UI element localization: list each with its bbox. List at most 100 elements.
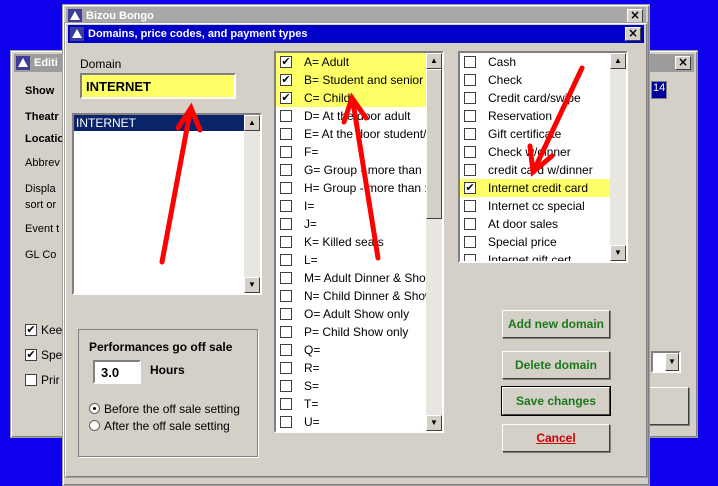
- payment-type-row[interactable]: ✔ Internet credit card: [460, 179, 610, 197]
- domain-input[interactable]: INTERNET: [80, 73, 236, 99]
- payment-types-scrollbar[interactable]: ▲ ▼: [610, 53, 626, 261]
- payment-type-row[interactable]: At door sales: [460, 215, 610, 233]
- price-code-row[interactable]: J=: [276, 215, 426, 233]
- price-code-checkbox[interactable]: ✔: [280, 56, 292, 68]
- price-code-row[interactable]: H= Group - more than :: [276, 179, 426, 197]
- dialog-close-button[interactable]: ×: [625, 27, 641, 41]
- payment-types-list[interactable]: Cash Check Credit card/swipe Reservation Gif…: [458, 51, 628, 263]
- domain-list-item[interactable]: INTERNET: [74, 115, 244, 131]
- payment-type-row[interactable]: Gift certificate: [460, 125, 610, 143]
- price-code-checkbox[interactable]: [280, 416, 292, 428]
- background-checkbox[interactable]: [25, 374, 37, 386]
- payment-type-row[interactable]: Internet cc special: [460, 197, 610, 215]
- price-code-checkbox[interactable]: [280, 146, 292, 158]
- price-code-checkbox[interactable]: [280, 254, 292, 266]
- scroll-up-arrow[interactable]: ▲: [610, 53, 626, 69]
- price-codes-scrollbar[interactable]: ▲ ▼: [426, 53, 442, 431]
- payment-type-checkbox[interactable]: [464, 164, 476, 176]
- background-checkbox-row[interactable]: ✔ Spe: [25, 348, 62, 362]
- price-code-checkbox[interactable]: [280, 200, 292, 212]
- price-code-checkbox[interactable]: [280, 380, 292, 392]
- payment-type-row[interactable]: Reservation: [460, 107, 610, 125]
- payment-type-checkbox[interactable]: [464, 110, 476, 122]
- price-code-row[interactable]: P= Child Show only: [276, 323, 426, 341]
- delete-domain-button[interactable]: Delete domain: [502, 351, 610, 379]
- background-button[interactable]: [649, 387, 689, 425]
- background-checkbox[interactable]: ✔: [25, 324, 37, 336]
- background-dropdown-arrow[interactable]: ▼: [665, 353, 679, 371]
- scroll-up-arrow[interactable]: ▲: [244, 115, 260, 131]
- payment-type-row[interactable]: Internet gift cert: [460, 251, 610, 261]
- price-code-row[interactable]: U=: [276, 413, 426, 431]
- price-code-row[interactable]: O= Adult Show only: [276, 305, 426, 323]
- radio-before-indicator[interactable]: [89, 403, 100, 414]
- background-checkbox-row[interactable]: ✔ Kee: [25, 323, 62, 337]
- price-code-row[interactable]: Q=: [276, 341, 426, 359]
- price-code-checkbox[interactable]: [280, 398, 292, 410]
- price-code-checkbox[interactable]: [280, 362, 292, 374]
- price-code-checkbox[interactable]: ✔: [280, 92, 292, 104]
- price-code-row[interactable]: N= Child Dinner & Show: [276, 287, 426, 305]
- price-code-row[interactable]: S=: [276, 377, 426, 395]
- price-code-checkbox[interactable]: [280, 326, 292, 338]
- payment-type-checkbox[interactable]: [464, 56, 476, 68]
- payment-type-row[interactable]: Credit card/swipe: [460, 89, 610, 107]
- cancel-button[interactable]: Cancel: [502, 424, 610, 452]
- domain-list-scrollbar[interactable]: ▲ ▼: [244, 115, 260, 293]
- price-code-checkbox[interactable]: [280, 128, 292, 140]
- payment-type-row[interactable]: Special price: [460, 233, 610, 251]
- price-code-checkbox[interactable]: [280, 272, 292, 284]
- price-code-checkbox[interactable]: [280, 308, 292, 320]
- background-checkbox[interactable]: ✔: [25, 349, 37, 361]
- price-code-row[interactable]: E= At the door student/: [276, 125, 426, 143]
- payment-type-checkbox[interactable]: [464, 218, 476, 230]
- price-code-row[interactable]: G= Group - more than: [276, 161, 426, 179]
- scroll-up-arrow[interactable]: ▲: [426, 53, 442, 69]
- radio-after[interactable]: After the off sale setting: [89, 419, 230, 433]
- background-field[interactable]: 14: [651, 81, 667, 99]
- price-code-checkbox[interactable]: [280, 110, 292, 122]
- price-code-row[interactable]: K= Killed seats: [276, 233, 426, 251]
- price-code-row[interactable]: L=: [276, 251, 426, 269]
- scroll-down-arrow[interactable]: ▼: [244, 277, 260, 293]
- payment-type-row[interactable]: credit card w/dinner: [460, 161, 610, 179]
- payment-type-checkbox[interactable]: [464, 200, 476, 212]
- price-code-checkbox[interactable]: [280, 182, 292, 194]
- scroll-down-arrow[interactable]: ▼: [426, 415, 442, 431]
- payment-type-row[interactable]: Check: [460, 71, 610, 89]
- payment-type-checkbox[interactable]: [464, 128, 476, 140]
- radio-before[interactable]: Before the off sale setting: [89, 402, 240, 416]
- price-code-row[interactable]: M= Adult Dinner & Show: [276, 269, 426, 287]
- payment-type-checkbox[interactable]: [464, 254, 476, 261]
- hours-input[interactable]: 3.0: [93, 360, 141, 384]
- domain-list[interactable]: INTERNET ▲ ▼: [72, 113, 262, 295]
- price-code-checkbox[interactable]: [280, 290, 292, 302]
- price-code-checkbox[interactable]: [280, 164, 292, 176]
- price-code-row[interactable]: T=: [276, 395, 426, 413]
- price-code-checkbox[interactable]: [280, 236, 292, 248]
- price-code-row[interactable]: ✔ A= Adult: [276, 53, 426, 71]
- price-code-row[interactable]: I=: [276, 197, 426, 215]
- radio-after-indicator[interactable]: [89, 420, 100, 431]
- price-code-row[interactable]: ✔ B= Student and senior: [276, 71, 426, 89]
- background-window-close-button[interactable]: ×: [675, 56, 691, 70]
- price-code-checkbox[interactable]: [280, 344, 292, 356]
- price-code-row[interactable]: ✔ C= Child: [276, 89, 426, 107]
- payment-type-checkbox[interactable]: [464, 74, 476, 86]
- background-checkbox-row[interactable]: Prir: [25, 373, 60, 387]
- price-codes-list[interactable]: ✔ A= Adult ✔ B= Student and senior ✔ C= Child…: [274, 51, 444, 433]
- payment-type-checkbox[interactable]: [464, 92, 476, 104]
- payment-type-row[interactable]: Check w/dinner: [460, 143, 610, 161]
- payment-type-checkbox[interactable]: [464, 236, 476, 248]
- save-changes-button[interactable]: Save changes: [501, 386, 611, 416]
- price-code-checkbox[interactable]: [280, 218, 292, 230]
- scroll-thumb[interactable]: [426, 69, 442, 219]
- price-code-row[interactable]: F=: [276, 143, 426, 161]
- add-new-domain-button[interactable]: Add new domain: [502, 310, 610, 338]
- price-code-checkbox[interactable]: ✔: [280, 74, 292, 86]
- outer-window-close-button[interactable]: ×: [627, 9, 643, 23]
- scroll-down-arrow[interactable]: ▼: [610, 245, 626, 261]
- payment-type-checkbox[interactable]: ✔: [464, 182, 476, 194]
- price-code-row[interactable]: D= At the door adult: [276, 107, 426, 125]
- payment-type-row[interactable]: Cash: [460, 53, 610, 71]
